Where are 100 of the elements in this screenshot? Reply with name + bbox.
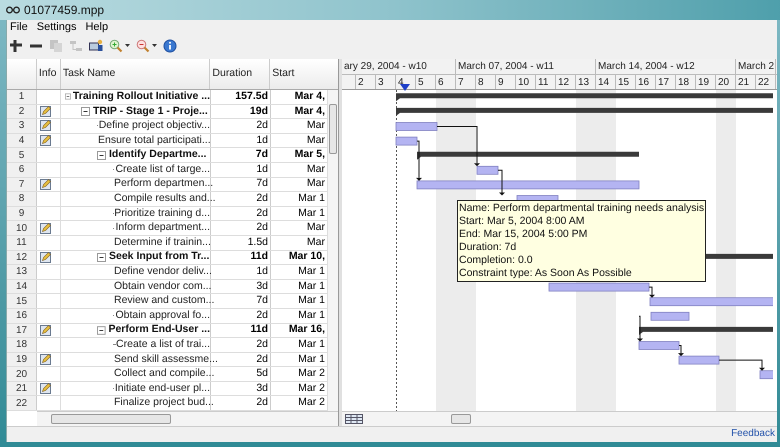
start-cell-text: Mar 2: [298, 395, 325, 410]
row-number: 4: [7, 134, 37, 148]
duration-cell-text: 2d: [256, 118, 268, 134]
column-header[interactable]: Start: [270, 59, 326, 89]
note-pencil-icon[interactable]: [40, 354, 51, 365]
row-number: 15: [7, 294, 37, 308]
column-header[interactable]: Task Name: [60, 59, 210, 89]
start-cell-text: Mar 2: [298, 380, 325, 396]
duration-cell-text: 1d: [256, 132, 268, 148]
dropdown-caret-icon[interactable]: [152, 44, 157, 47]
note-pencil-icon[interactable]: [40, 135, 51, 146]
duration-cell-text: 2d: [256, 220, 268, 236]
duration-cell-text: 7d: [256, 176, 268, 192]
start-cell-text: Mar 1: [298, 337, 325, 352]
day-header: 2: [356, 75, 376, 89]
connector-arrow: [436, 126, 480, 166]
summary-bar[interactable]: [396, 93, 773, 102]
summary-bar[interactable]: [417, 152, 639, 160]
table-view-icon[interactable]: [345, 414, 363, 424]
duration-cell-text: 19d: [250, 104, 268, 119]
start-cell-text: Mar 1: [298, 191, 325, 206]
tooltip-text: Name: Perform departmental training needs analysis: [459, 202, 704, 215]
connector-arrow: [637, 316, 643, 342]
menu-item[interactable]: Settings: [36, 19, 76, 36]
task-name: Perform End-User ...: [108, 322, 210, 338]
start-cell-text: Mar 5,: [294, 147, 325, 162]
note-pencil-icon[interactable]: [40, 120, 51, 132]
task-name: Define project objectiv...: [98, 118, 210, 134]
duration-cell-text: 1.5d: [248, 234, 268, 250]
connector-arrow: [498, 170, 505, 196]
task-name: Create list of targe...: [115, 162, 210, 177]
plus-icon[interactable]: [9, 38, 23, 52]
day-header: 17: [656, 75, 676, 89]
day-header: 8: [476, 75, 496, 89]
task-name: Finalize project bud...: [114, 395, 214, 410]
task-name: Inform department...: [115, 220, 210, 236]
start-cell-text: Mar: [306, 220, 325, 236]
duration-cell-text: 5d: [256, 366, 268, 382]
row-number: 21: [7, 382, 37, 396]
duration-cell-text: 11d: [250, 249, 268, 264]
row-number: 10: [7, 221, 37, 235]
duration-cell-text: 2d: [256, 191, 268, 206]
task-name: Seek Input from Tr...: [109, 249, 210, 264]
row-number: 12: [7, 250, 37, 264]
info-icon[interactable]: [163, 38, 177, 52]
tooltip-text: Duration: 7d: [459, 241, 518, 254]
start-cell-text: Mar 1: [298, 352, 325, 367]
start-cell-text: Mar 10,: [288, 249, 325, 264]
row-number: 17: [7, 324, 37, 338]
glasses-icon: [6, 6, 20, 14]
note-pencil-icon[interactable]: [40, 178, 51, 190]
start-cell-text: Mar 1: [298, 264, 325, 280]
week-header: March 2: [736, 59, 776, 74]
start-cell-text: Mar: [306, 176, 325, 192]
row-number: 14: [7, 280, 37, 294]
duration-cell-text: 157.5d: [235, 88, 268, 104]
row-number: 5: [7, 148, 37, 162]
collapse-icon[interactable]: [97, 252, 109, 262]
start-cell-text: Mar 2: [298, 366, 325, 382]
day-header: 20: [716, 75, 736, 89]
duration-cell-text: 1d: [256, 264, 268, 280]
note-pencil-icon[interactable]: [40, 383, 51, 394]
task-name: Determine if trainin...: [114, 234, 211, 250]
note-pencil-icon[interactable]: [40, 106, 51, 117]
start-cell-text: Mar: [306, 132, 325, 148]
summary-bar[interactable]: [639, 326, 773, 335]
collapse-icon[interactable]: [81, 106, 93, 116]
duration-cell-text: 2d: [256, 395, 268, 410]
duration-cell-text: 3d: [256, 278, 268, 294]
menu-item[interactable]: File: [10, 19, 28, 36]
collapse-icon[interactable]: [97, 150, 109, 160]
row-number: 22: [7, 396, 37, 410]
summary-bar[interactable]: [396, 108, 773, 116]
tooltip-text: Start: Mar 5, 2004 8:00 AM: [459, 215, 586, 228]
duration-cell-text: 2d: [256, 308, 268, 323]
day-header: 10: [516, 75, 536, 89]
task-name: Prioritize training d...: [114, 206, 210, 221]
note-pencil-icon[interactable]: [40, 252, 51, 263]
feedback-link[interactable]: Feedback: [731, 426, 775, 440]
task-name: Ensure total participati...: [98, 132, 211, 148]
duration-cell-text: 2d: [256, 352, 268, 367]
row-number: 8: [7, 192, 37, 206]
connector-arrow: [648, 286, 655, 298]
note-pencil-icon[interactable]: [40, 222, 51, 234]
row-number: 19: [7, 352, 37, 366]
vertical-scrollbar[interactable]: [327, 90, 338, 411]
task-name: Obtain approval fo...: [115, 308, 210, 323]
note-pencil-icon[interactable]: [40, 324, 51, 336]
start-cell-text: Mar 16,: [288, 322, 325, 338]
menu-item[interactable]: Help: [85, 19, 108, 36]
start-cell-text: Mar 4,: [294, 104, 325, 119]
column-header[interactable]: Duration: [210, 59, 270, 89]
column-header[interactable]: Info: [36, 59, 61, 89]
tooltip-text: End: Mar 15, 2004 5:00 PM: [459, 228, 588, 241]
dropdown-caret-icon[interactable]: [125, 44, 130, 47]
person-at-screen-icon[interactable]: [89, 38, 103, 52]
collapse-icon[interactable]: [97, 326, 108, 335]
horizontal-scrollbar[interactable]: [37, 411, 338, 426]
task-name: Initiate end-user pl...: [114, 380, 210, 396]
day-header: 6: [436, 75, 456, 89]
